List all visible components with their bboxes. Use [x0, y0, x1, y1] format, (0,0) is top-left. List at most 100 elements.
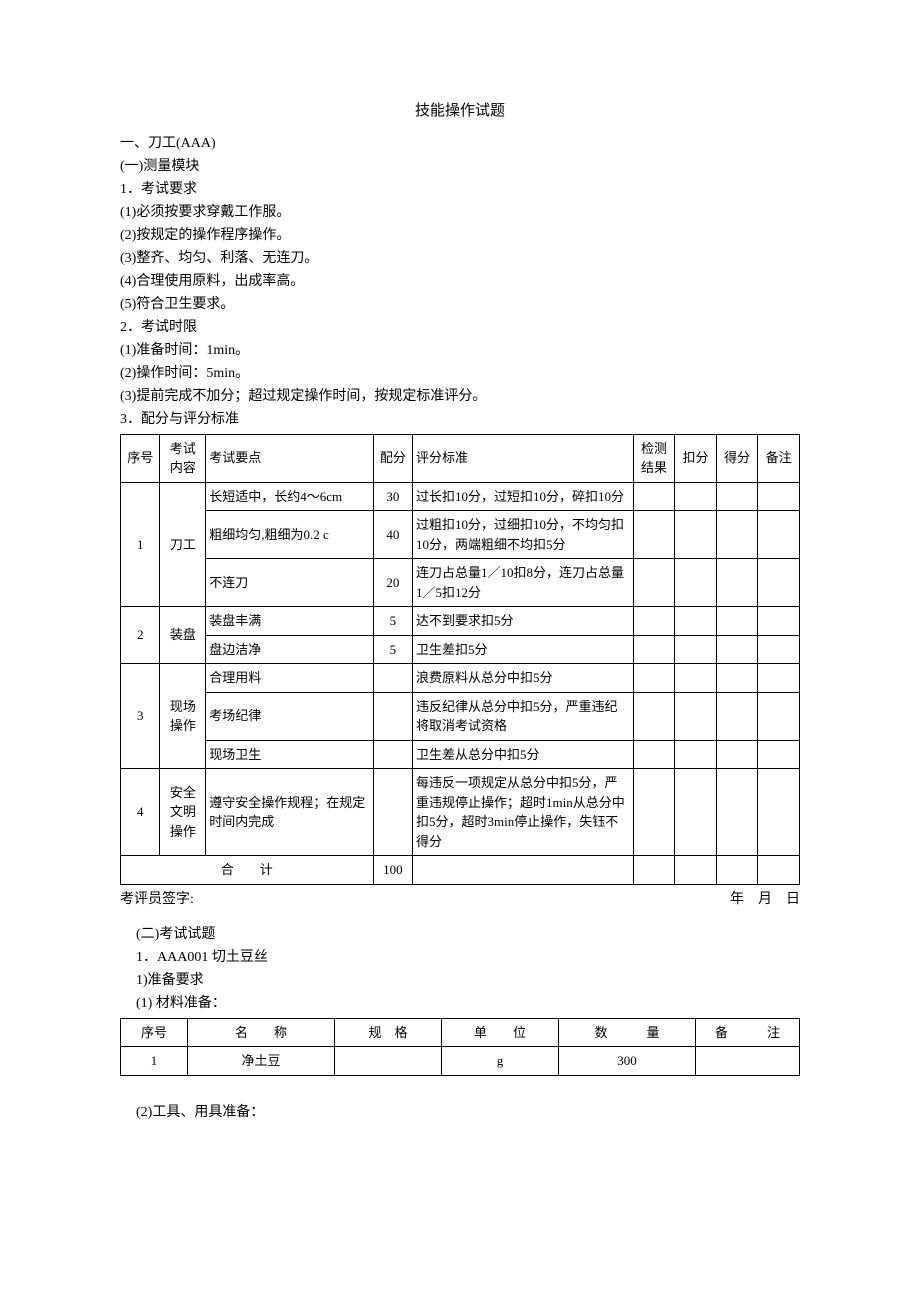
- cell-remark: [696, 1047, 800, 1076]
- subsection-1: (一)测量模块: [120, 156, 800, 177]
- th-std: 评分标准: [413, 434, 634, 482]
- cell-content: 现场操作: [160, 664, 206, 769]
- cell-empty: [633, 769, 675, 856]
- cell-empty: [758, 511, 800, 559]
- material-table: 序号 名 称 规 格 单 位 数 量 备 注 1 净土豆 g 300: [120, 1018, 800, 1076]
- cell-empty: [758, 856, 800, 885]
- cell-num: 1: [121, 482, 160, 607]
- cell-empty: [675, 607, 717, 636]
- cell-std: 浪费原料从总分中扣5分: [413, 664, 634, 693]
- cell-empty: [758, 664, 800, 693]
- cell-empty: [633, 856, 675, 885]
- th-unit: 单 位: [442, 1018, 559, 1047]
- cell-empty: [716, 607, 758, 636]
- cell-empty: [633, 635, 675, 664]
- cell-content: 安全文明操作: [160, 769, 206, 856]
- time-2: (2)操作时间：5min。: [120, 363, 800, 384]
- signature-row: 考评员签字: 年 月 日: [120, 889, 800, 910]
- cell-score: 30: [373, 482, 412, 511]
- cell-empty: [675, 482, 717, 511]
- table-row: 现场卫生 卫生差从总分中扣5分: [121, 740, 800, 769]
- signature-label: 考评员签字:: [120, 889, 194, 910]
- cell-point: 粗细均匀,粗细为0.2 c: [206, 511, 373, 559]
- total-label: 合 计: [121, 856, 374, 885]
- cell-empty: [675, 692, 717, 740]
- cell-score: 5: [373, 607, 412, 636]
- cell-empty: [758, 482, 800, 511]
- tools-header: (2)工具、用具准备：: [136, 1102, 800, 1123]
- material-header: (1) 材料准备：: [136, 993, 800, 1014]
- cell-empty: [633, 692, 675, 740]
- req-3: (3)整齐、均匀、利落、无连刀。: [120, 248, 800, 269]
- table-row: 1 刀工 长短适中，长约4～6cm 30 过长扣10分，过短扣10分，碎扣10分: [121, 482, 800, 511]
- cell-point: 装盘丰满: [206, 607, 373, 636]
- cell-std: 违反纪律从总分中扣5分，严重违纪将取消考试资格: [413, 692, 634, 740]
- table-row: 2 装盘 装盘丰满 5 达不到要求扣5分: [121, 607, 800, 636]
- table-row: 不连刀 20 连刀占总量1／10扣8分，连刀占总量1／5扣12分: [121, 559, 800, 607]
- cell-empty: [758, 769, 800, 856]
- cell-spec: [335, 1047, 442, 1076]
- cell-content: 装盘: [160, 607, 206, 664]
- section-1-header: 一、刀工(AAA): [120, 133, 800, 154]
- cell-empty: [716, 692, 758, 740]
- cell-empty: [633, 664, 675, 693]
- th-spec: 规 格: [335, 1018, 442, 1047]
- cell-num: 4: [121, 769, 160, 856]
- cell-score: [373, 769, 412, 856]
- cell-empty: [413, 856, 634, 885]
- cell-empty: [675, 769, 717, 856]
- th-remark: 备注: [758, 434, 800, 482]
- requirements-header: 1．考试要求: [120, 179, 800, 200]
- cell-empty: [633, 511, 675, 559]
- cell-score: [373, 692, 412, 740]
- page-title: 技能操作试题: [120, 100, 800, 123]
- cell-std: 连刀占总量1／10扣8分，连刀占总量1／5扣12分: [413, 559, 634, 607]
- section-2-header: (二)考试试题: [136, 924, 800, 945]
- table-row: 1 净土豆 g 300: [121, 1047, 800, 1076]
- cell-empty: [716, 482, 758, 511]
- cell-num: 2: [121, 607, 160, 664]
- th-score: 配分: [373, 434, 412, 482]
- cell-num: 3: [121, 664, 160, 769]
- cell-empty: [758, 559, 800, 607]
- exam-item-1: 1．AAA001 切土豆丝: [136, 947, 800, 968]
- th-points: 考试要点: [206, 434, 373, 482]
- table-row: 盘边洁净 5 卫生差扣5分: [121, 635, 800, 664]
- cell-point: 现场卫生: [206, 740, 373, 769]
- cell-empty: [758, 692, 800, 740]
- cell-empty: [675, 635, 717, 664]
- cell-std: 过粗扣10分，过细扣10分，不均匀扣10分，两端粗细不均扣5分: [413, 511, 634, 559]
- cell-num: 1: [121, 1047, 188, 1076]
- cell-empty: [633, 607, 675, 636]
- th-name: 名 称: [188, 1018, 335, 1047]
- cell-empty: [716, 856, 758, 885]
- table-row: 4 安全文明操作 遵守安全操作规程；在规定时间内完成 每违反一项规定从总分中扣5…: [121, 769, 800, 856]
- cell-score: 5: [373, 635, 412, 664]
- cell-score: 40: [373, 511, 412, 559]
- cell-empty: [633, 559, 675, 607]
- th-content: 考试内容: [160, 434, 206, 482]
- cell-score: [373, 664, 412, 693]
- cell-empty: [716, 664, 758, 693]
- cell-std: 卫生差从总分中扣5分: [413, 740, 634, 769]
- cell-empty: [758, 607, 800, 636]
- cell-empty: [633, 482, 675, 511]
- table-header-row: 序号 考试内容 考试要点 配分 评分标准 检测结果 扣分 得分 备注: [121, 434, 800, 482]
- cell-empty: [716, 511, 758, 559]
- cell-qty: 300: [559, 1047, 696, 1076]
- time-3: (3)提前完成不加分；超过规定操作时间，按规定标准评分。: [120, 386, 800, 407]
- cell-empty: [675, 664, 717, 693]
- cell-empty: [716, 635, 758, 664]
- cell-empty: [758, 635, 800, 664]
- cell-point: 合理用料: [206, 664, 373, 693]
- cell-score: [373, 740, 412, 769]
- req-5: (5)符合卫生要求。: [120, 294, 800, 315]
- cell-std: 达不到要求扣5分: [413, 607, 634, 636]
- req-4: (4)合理使用原料，出成率高。: [120, 271, 800, 292]
- cell-name: 净土豆: [188, 1047, 335, 1076]
- table-row: 3 现场操作 合理用料 浪费原料从总分中扣5分: [121, 664, 800, 693]
- cell-empty: [716, 769, 758, 856]
- time-1: (1)准备时间：1min。: [120, 340, 800, 361]
- table-row: 粗细均匀,粗细为0.2 c 40 过粗扣10分，过细扣10分，不均匀扣10分，两…: [121, 511, 800, 559]
- cell-empty: [675, 511, 717, 559]
